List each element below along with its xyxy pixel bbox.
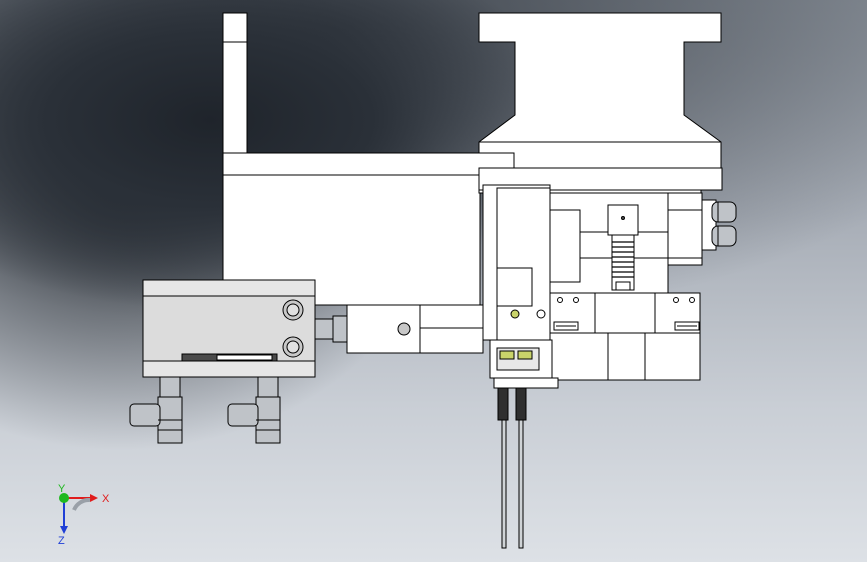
cad-model-viewport[interactable]	[0, 0, 867, 562]
elbow-fitting-right	[227, 376, 281, 444]
top-flange-block	[478, 12, 722, 171]
connector-block	[346, 304, 484, 354]
gripper-plate	[482, 184, 559, 389]
triad-rotation-arc	[72, 497, 91, 511]
coordinate-triad: X Y Z	[58, 483, 110, 547]
z-axis-arrowhead	[60, 526, 68, 534]
lower-clamp-blocks	[549, 292, 701, 381]
y-axis-label: Y	[58, 483, 66, 495]
suction-needles	[497, 387, 527, 549]
rod-end-fitting	[314, 315, 348, 343]
horizontal-plate	[222, 152, 515, 176]
air-cylinder	[142, 279, 316, 378]
left-upright-bar	[222, 12, 248, 154]
x-axis-arrowhead	[90, 494, 98, 502]
slide-unit	[549, 192, 703, 294]
z-axis-label: Z	[58, 535, 65, 547]
side-port-fittings	[701, 199, 737, 251]
x-axis-label: X	[102, 493, 110, 505]
elbow-fitting-left	[129, 376, 183, 444]
